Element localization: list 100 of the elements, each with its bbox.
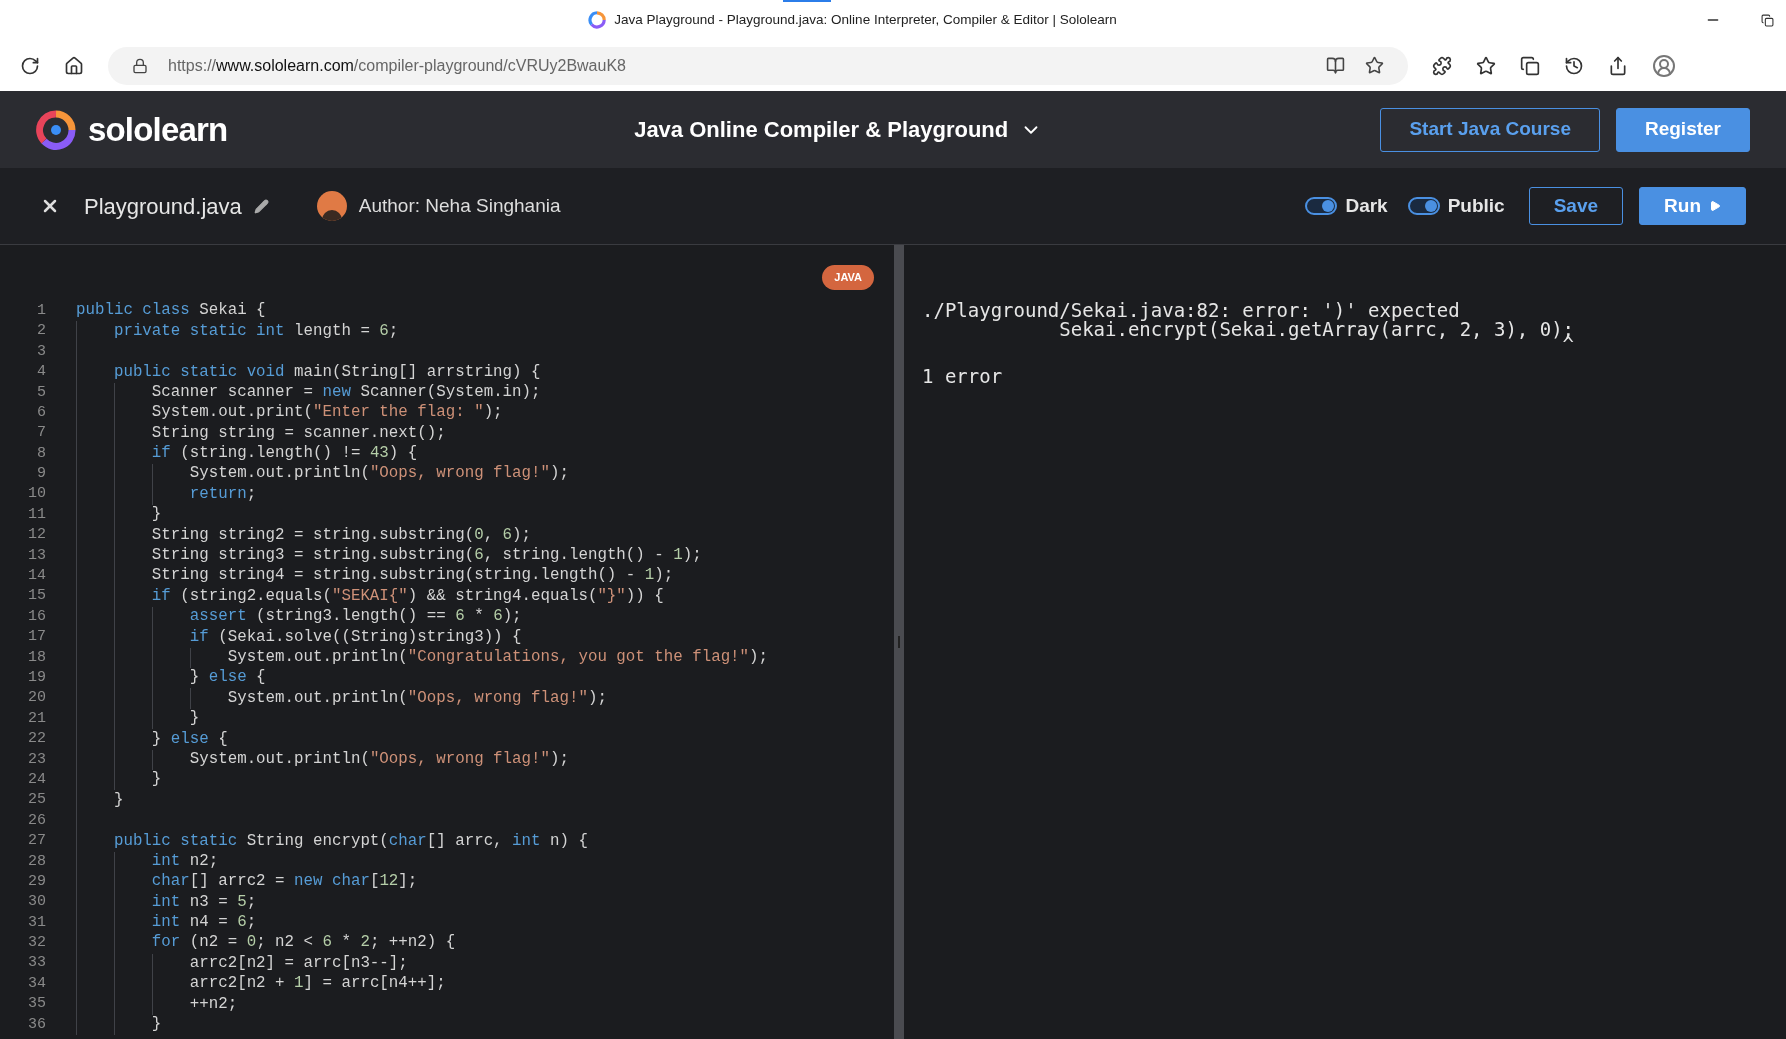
toolbar-button[interactable]: Save xyxy=(1528,187,1624,225)
extensions-icon[interactable] xyxy=(1432,55,1452,76)
logo-icon xyxy=(36,109,76,150)
line-number: 35 xyxy=(27,994,46,1015)
header-button[interactable]: Register xyxy=(1615,107,1750,152)
code-line: System.out.print("Enter the flag: "); xyxy=(150,402,503,424)
code-line: char[] arrc2 = new char[12]; xyxy=(150,871,418,893)
toggle-label: Public xyxy=(1447,193,1505,218)
code-line: ++n2; xyxy=(188,993,238,1015)
window-title: Java Playground - Playground.java: Online Interpreter, Compiler & Editor | Sololearn xyxy=(614,10,1117,29)
line-number: 9 xyxy=(36,464,46,485)
header-button[interactable]: Start Java Course xyxy=(1380,107,1600,152)
history-icon[interactable] xyxy=(1564,55,1584,76)
share-icon[interactable] xyxy=(1608,55,1628,76)
code-line: System.out.println("Congratulations, you got the flag!"); xyxy=(226,647,769,668)
code-line: } else { xyxy=(150,728,228,750)
code-line: public static void main(String[] arrstring) { xyxy=(112,361,541,383)
language-badge: JAVA xyxy=(822,265,874,290)
line-number: 24 xyxy=(27,769,46,790)
output-line: 1 error xyxy=(922,367,1003,386)
line-number: 1 xyxy=(36,300,46,321)
code-line: String string3 = string.substring(6, string.length() - 1); xyxy=(150,545,702,567)
code-line: return; xyxy=(188,483,257,505)
line-number: 36 xyxy=(27,1014,46,1035)
code-line: public static String encrypt(char[] arrc, int n) { xyxy=(112,830,588,852)
line-number: 29 xyxy=(27,871,46,892)
code-line: } xyxy=(150,769,162,791)
code-line: int n3 = 5; xyxy=(150,891,257,913)
line-number: 14 xyxy=(27,566,46,587)
line-number: 7 xyxy=(36,423,46,444)
line-number: 11 xyxy=(27,504,46,525)
toggle-switch[interactable] xyxy=(1305,197,1338,215)
file-name: Playground.java xyxy=(84,192,242,221)
pencil-icon[interactable] xyxy=(253,198,269,214)
code-line: Scanner scanner = new Scanner(System.in); xyxy=(150,381,541,403)
restore-icon[interactable] xyxy=(1761,13,1774,27)
code-line: } xyxy=(150,504,162,526)
line-number: 19 xyxy=(27,668,46,688)
profile-icon[interactable] xyxy=(1652,53,1676,78)
compiler-menu[interactable]: Java Online Compiler & Playground xyxy=(634,113,1043,146)
code-line: } xyxy=(150,1014,162,1036)
line-number: 32 xyxy=(27,933,46,954)
line-number: 20 xyxy=(27,688,46,709)
lock-icon xyxy=(132,57,148,74)
line-number: 25 xyxy=(27,790,46,811)
code-line: private static int length = 6; xyxy=(112,320,399,342)
code-line: int n4 = 6; xyxy=(150,912,257,934)
line-number: 30 xyxy=(27,892,46,913)
code-line: assert (string3.length() == 6 * 6); xyxy=(188,606,522,628)
code-line: if (string.length() != 43) { xyxy=(150,443,418,465)
code-line: if (string2.equals("SEKAI{") && string4.equals("}")) { xyxy=(150,585,664,607)
line-number: 3 xyxy=(36,341,46,362)
favorites-icon[interactable] xyxy=(1476,55,1496,76)
avatar xyxy=(316,191,347,221)
collections-icon[interactable] xyxy=(1520,55,1540,76)
line-number: 5 xyxy=(36,382,46,403)
line-number: 12 xyxy=(27,525,46,546)
reload-icon[interactable] xyxy=(20,55,40,76)
code-line: arrc2[n2 + 1] = arrc[n4++]; xyxy=(188,973,446,995)
line-number: 28 xyxy=(27,851,46,872)
line-number: 8 xyxy=(36,443,46,464)
address-bar[interactable]: https://www.sololearn.com/compiler-playground/cVRUy2BwauK8 xyxy=(108,46,1408,85)
code-line: } else { xyxy=(188,667,266,689)
author-name: Author: Neha Singhania xyxy=(358,193,561,218)
code-line: arrc2[n2] = arrc[n3--]; xyxy=(188,952,408,974)
line-number: 2 xyxy=(36,321,46,342)
code-line: System.out.println("Oops, wrong flag!"); xyxy=(188,748,569,770)
toolbar-button[interactable]: Run xyxy=(1639,187,1746,225)
url-text: https://www.sololearn.com/compiler-playground/cVRUy2BwauK8 xyxy=(168,55,627,76)
output-line: ./Playground/Sekai.java:82: error: ')' expected xyxy=(922,301,1460,320)
line-number: 31 xyxy=(27,912,46,933)
line-number: 27 xyxy=(27,831,46,852)
line-number: 10 xyxy=(27,484,46,505)
code-line: System.out.println("Oops, wrong flag!"); xyxy=(188,463,569,485)
line-number: 6 xyxy=(36,402,46,423)
line-number: 21 xyxy=(27,708,46,729)
toggle-switch[interactable] xyxy=(1407,197,1440,215)
code-line: } xyxy=(112,789,124,811)
line-number: 13 xyxy=(27,545,46,566)
code-line: public class Sekai { xyxy=(76,300,266,322)
line-number: 22 xyxy=(27,729,46,750)
line-number: 4 xyxy=(36,362,46,383)
brand-name[interactable]: sololearn xyxy=(88,104,228,155)
favicon-icon xyxy=(588,11,607,29)
code-line: String string2 = string.substring(0, 6); xyxy=(150,524,532,546)
line-number: 16 xyxy=(27,606,46,627)
line-number: 15 xyxy=(27,586,46,607)
play-icon xyxy=(1709,200,1721,212)
line-number: 26 xyxy=(27,810,46,831)
favorite-icon[interactable] xyxy=(1365,56,1384,75)
toggle-label: Dark xyxy=(1345,193,1388,218)
code-line: System.out.println("Oops, wrong flag!"); xyxy=(226,687,607,709)
code-line: } xyxy=(188,708,200,730)
home-icon[interactable] xyxy=(64,55,84,76)
code-line: if (Sekai.solve((String)string3)) { xyxy=(188,626,522,648)
line-number: 34 xyxy=(27,973,46,994)
line-number: 17 xyxy=(27,627,46,648)
code-line: int n2; xyxy=(150,850,219,872)
code-line: for (n2 = 0; n2 < 6 * 2; ++n2) { xyxy=(150,932,456,954)
code-line: String string4 = string.substring(string.length() - 1); xyxy=(150,565,674,587)
